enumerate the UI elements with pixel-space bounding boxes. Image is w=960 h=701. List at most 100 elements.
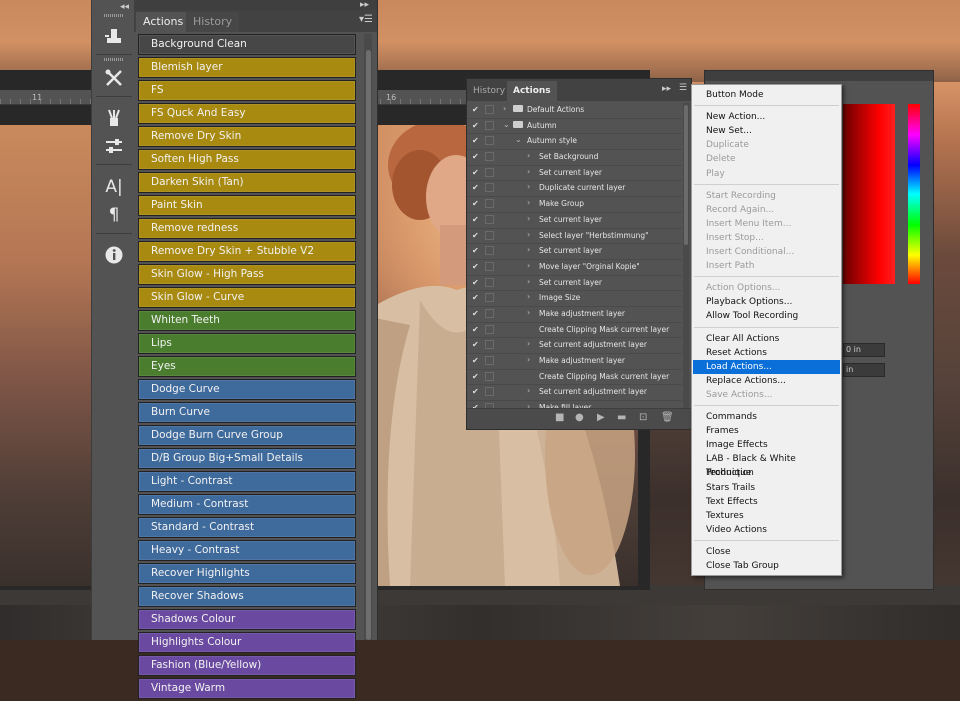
action-list-row[interactable]: ✔ Create Clipping Mask current layer	[467, 323, 682, 339]
menu-item[interactable]: Stars Trails	[693, 481, 840, 495]
paragraph-icon[interactable]: ¶	[101, 203, 127, 227]
checkmark-icon[interactable]: ✔	[472, 121, 482, 130]
checkmark-icon[interactable]: ✔	[472, 356, 482, 365]
action-button[interactable]: Recover Shadows	[138, 586, 356, 607]
action-button[interactable]: Eyes	[138, 356, 356, 377]
tab-actions[interactable]: Actions	[136, 12, 191, 32]
action-list-row[interactable]: ✔ › Make Group	[467, 197, 682, 213]
action-list-row[interactable]: ✔ › Set Background	[467, 150, 682, 166]
menu-item[interactable]: Reset Actions	[693, 346, 840, 360]
actions-tool-icon[interactable]	[101, 24, 127, 48]
menu-item[interactable]: Close Tab Group	[693, 559, 840, 573]
action-button[interactable]: Whiten Teeth	[138, 310, 356, 331]
tab-actions[interactable]: Actions	[507, 81, 557, 101]
action-list-row[interactable]: ✔ › Set current layer	[467, 244, 682, 260]
action-button[interactable]: Dodge Burn Curve Group	[138, 425, 356, 446]
menu-item[interactable]: Replace Actions...	[693, 374, 840, 388]
action-list-row[interactable]: ✔ › Make adjustment layer	[467, 307, 682, 323]
action-button[interactable]: FS Quck And Easy	[138, 103, 356, 124]
checkmark-icon[interactable]: ✔	[472, 246, 482, 255]
dialog-toggle[interactable]	[485, 214, 494, 224]
hue-slider[interactable]	[908, 104, 920, 284]
checkmark-icon[interactable]: ✔	[472, 199, 482, 208]
height-field[interactable]: in	[843, 363, 885, 377]
checkmark-icon[interactable]: ✔	[472, 136, 482, 145]
action-button[interactable]: Recover Highlights	[138, 563, 356, 584]
menu-item[interactable]: Production	[693, 466, 840, 480]
checkmark-icon[interactable]: ✔	[472, 231, 482, 240]
action-button[interactable]: Paint Skin	[138, 195, 356, 216]
dialog-toggle[interactable]	[485, 246, 494, 256]
chevron-right-icon[interactable]: ›	[527, 167, 530, 176]
dialog-toggle[interactable]	[485, 105, 494, 114]
action-list-row[interactable]: ✔ › Set current adjustment layer	[467, 338, 682, 354]
chevron-down-icon[interactable]: ⌄	[515, 135, 522, 144]
dialog-toggle[interactable]	[485, 120, 494, 130]
menu-item[interactable]: Video Actions	[693, 523, 840, 537]
adjustments-icon[interactable]	[101, 134, 127, 158]
dialog-toggle[interactable]	[485, 356, 494, 365]
action-button[interactable]: Burn Curve	[138, 402, 356, 423]
action-button[interactable]: Remove redness	[138, 218, 356, 239]
action-list-row[interactable]: ✔ › Default Actions	[467, 103, 682, 119]
chevron-down-icon[interactable]: ⌄	[503, 120, 510, 129]
character-icon[interactable]: A|	[101, 175, 127, 199]
action-button[interactable]: Background Clean	[138, 34, 356, 55]
menu-item[interactable]: Close	[693, 545, 840, 559]
chevron-right-icon[interactable]: ›	[527, 214, 530, 223]
action-button[interactable]: Light - Contrast	[138, 471, 356, 492]
action-list-row[interactable]: ✔ › Set current adjustment layer	[467, 385, 682, 402]
chevron-right-icon[interactable]: ›	[527, 339, 530, 348]
menu-item[interactable]: Textures	[693, 509, 840, 523]
info-icon[interactable]	[101, 243, 127, 267]
new-action-icon[interactable]: ⊡	[639, 412, 647, 423]
action-list-row[interactable]: ✔ › Select layer "Herbstimmung"	[467, 229, 682, 245]
checkmark-icon[interactable]: ✔	[472, 278, 482, 287]
action-list-row[interactable]: ✔ › Duplicate current layer	[467, 181, 682, 198]
action-button[interactable]: D/B Group Big+Small Details	[138, 448, 356, 469]
tab-history[interactable]: History	[467, 81, 511, 101]
menu-item[interactable]: LAB - Black & White Technique	[693, 452, 840, 478]
play-icon[interactable]: ▶	[597, 412, 605, 423]
chevron-right-icon[interactable]: ›	[527, 308, 530, 317]
action-button[interactable]: Darken Skin (Tan)	[138, 172, 356, 193]
menu-item[interactable]: Button Mode	[693, 88, 840, 102]
action-button[interactable]: Shadows Colour	[138, 609, 356, 630]
actions-scroll-thumb[interactable]	[366, 50, 371, 640]
panel-menu-icon[interactable]: ▾☰	[359, 14, 373, 25]
menu-item[interactable]: Clear All Actions	[693, 332, 840, 346]
tab-history[interactable]: History	[186, 12, 240, 32]
stop-icon[interactable]: ■	[555, 412, 564, 423]
checkmark-icon[interactable]: ✔	[472, 293, 482, 302]
chevron-right-icon[interactable]: ›	[527, 355, 530, 364]
checkmark-icon[interactable]: ✔	[472, 309, 482, 318]
width-field[interactable]: 0 in	[843, 343, 885, 357]
checkmark-icon[interactable]: ✔	[472, 387, 482, 396]
dialog-toggle[interactable]	[485, 230, 494, 240]
collapse-icon[interactable]: ◂◂	[120, 2, 129, 12]
chevron-right-icon[interactable]: ›	[527, 245, 530, 254]
dialog-toggle[interactable]	[485, 261, 494, 271]
dialog-toggle[interactable]	[485, 199, 494, 209]
action-button[interactable]: Skin Glow - Curve	[138, 287, 356, 308]
dialog-toggle[interactable]	[485, 371, 494, 381]
dialog-toggle[interactable]	[485, 387, 494, 397]
expand-icon[interactable]: ▸▸	[360, 0, 369, 10]
action-button[interactable]: Lips	[138, 333, 356, 354]
chevron-right-icon[interactable]: ›	[527, 182, 530, 191]
dialog-toggle[interactable]	[485, 324, 494, 334]
panel-menu-icon[interactable]: ☰	[679, 83, 687, 93]
chevron-right-icon[interactable]: ›	[503, 104, 506, 113]
action-button[interactable]: Fashion (Blue/Yellow)	[138, 655, 356, 676]
menu-item[interactable]: Frames	[693, 424, 840, 438]
dialog-toggle[interactable]	[485, 308, 494, 318]
action-button[interactable]: Dodge Curve	[138, 379, 356, 400]
action-button[interactable]: Blemish layer	[138, 57, 356, 78]
dialog-toggle[interactable]	[485, 277, 494, 287]
action-list-row[interactable]: ✔ › Make adjustment layer	[467, 354, 682, 370]
brush-presets-icon[interactable]	[101, 106, 127, 130]
dialog-toggle[interactable]	[485, 340, 494, 350]
dialog-toggle[interactable]	[485, 167, 494, 177]
expand-icon[interactable]: ▸▸	[662, 84, 671, 94]
menu-item[interactable]: Image Effects	[693, 438, 840, 452]
